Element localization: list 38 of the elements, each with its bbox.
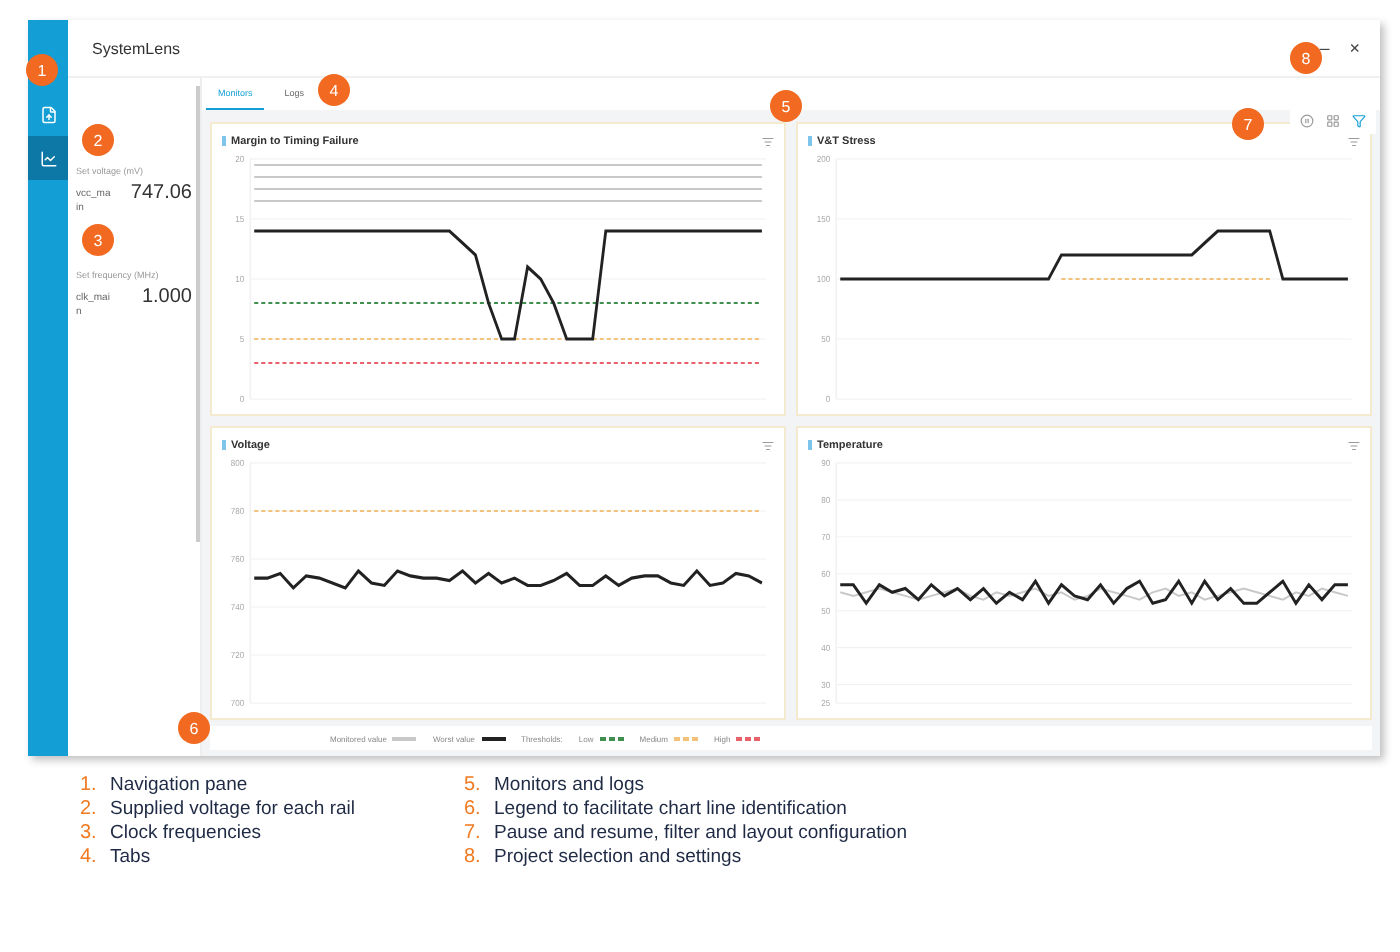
list-icon[interactable] (762, 135, 774, 147)
list-icon[interactable] (1348, 439, 1360, 451)
pause-button[interactable] (1300, 114, 1314, 128)
note-text: Navigation pane (110, 773, 248, 795)
filter-icon (1352, 114, 1366, 128)
filter-button[interactable] (1352, 114, 1366, 128)
note-text: Legend to facilitate chart line identification (494, 797, 847, 819)
note-text: Tabs (110, 845, 151, 867)
layout-icon (1326, 114, 1340, 128)
file-icon (39, 105, 57, 123)
note-number: 3. (80, 821, 99, 843)
note-text: Project selection and settings (494, 845, 742, 867)
nav-item[interactable] (28, 136, 68, 180)
note-text: Monitors and logs (494, 773, 644, 795)
note-number: 2. (80, 797, 99, 819)
drag-handle[interactable] (808, 440, 811, 450)
note-number: 8. (464, 845, 483, 867)
rail-value: 1.000 (141, 286, 192, 308)
note-text: Pause and resume, filter and layout configuration (494, 821, 907, 843)
list-icon[interactable] (1348, 135, 1360, 147)
pause-icon (1300, 114, 1314, 128)
note-text: Clock frequencies (110, 821, 262, 843)
scrollbar[interactable] (196, 86, 200, 542)
rail-value: 747.06 (130, 182, 192, 204)
list-icon[interactable] (762, 439, 774, 451)
note-number: 7. (464, 821, 483, 843)
note-number: 6. (464, 797, 483, 819)
layout-button[interactable] (1326, 114, 1340, 128)
window-title: SystemLens (92, 39, 181, 57)
drag-handle[interactable] (808, 136, 811, 146)
chart-icon (39, 149, 57, 167)
note-text: Supplied voltage for each rail (110, 797, 356, 819)
drag-handle[interactable] (222, 440, 225, 450)
drag-handle[interactable] (222, 136, 225, 146)
window-control[interactable]: × (1345, 38, 1364, 58)
note-number: 4. (80, 845, 99, 867)
note-number: 1. (80, 773, 99, 795)
note-number: 5. (464, 773, 483, 795)
